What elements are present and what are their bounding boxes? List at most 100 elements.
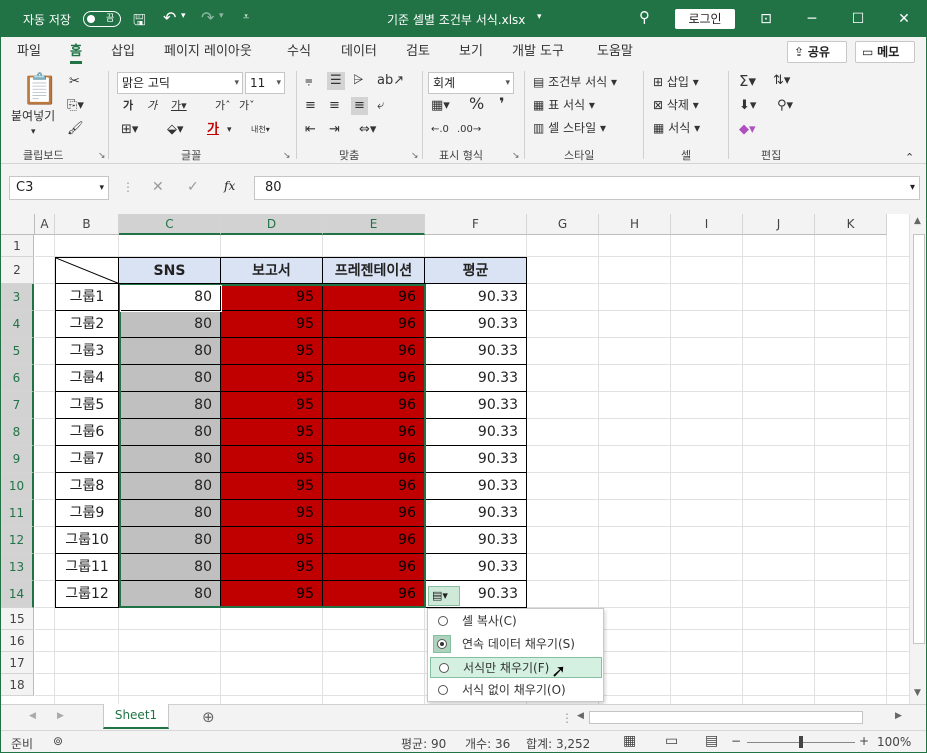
row-header-5[interactable]: 5 [1, 338, 34, 365]
zoom-slider-handle[interactable] [799, 736, 803, 748]
increase-indent-icon[interactable]: ⇥ [329, 121, 340, 139]
delete-cells-button[interactable]: ⊠ 삭제 ▾ [653, 96, 699, 114]
find-icon[interactable]: ⚲▾ [777, 97, 793, 115]
ribbon-display-icon[interactable]: ⊡ [743, 1, 789, 37]
header-cell[interactable]: 보고서 [221, 257, 323, 284]
row-header-4[interactable]: 4 [1, 311, 34, 338]
prev-sheet-icon[interactable]: ◀ [29, 711, 36, 721]
cell-style-button[interactable]: ▥ 셀 스타일 ▾ [533, 119, 606, 137]
title-dropdown-icon[interactable]: ▾ [537, 12, 542, 22]
group-name-cell[interactable]: 그룹10 [55, 527, 119, 554]
border-icon[interactable]: ⊞▾ [121, 121, 138, 139]
fill-color-icon[interactable]: ⬙▾ [167, 121, 184, 139]
formula-input[interactable]: 80 ▾ [254, 176, 920, 200]
merge-center-icon[interactable]: ⇔▾ [359, 121, 376, 139]
minimize-button[interactable]: ─ [789, 1, 835, 37]
next-sheet-icon[interactable]: ▶ [57, 711, 64, 721]
average-cell[interactable]: 90.33 [425, 500, 527, 527]
scroll-down-icon[interactable]: ▼ [914, 688, 921, 698]
row-header-9[interactable]: 9 [1, 446, 34, 473]
align-bottom-icon[interactable]: ⩥ [353, 72, 363, 90]
average-cell[interactable]: 90.33 [425, 284, 527, 311]
group-name-cell[interactable]: 그룹6 [55, 419, 119, 446]
table-format-button[interactable]: ▦ 표 서식 ▾ [533, 96, 595, 114]
column-header-d[interactable]: D [221, 214, 323, 235]
cancel-icon[interactable]: ✕ [152, 179, 164, 195]
decrease-decimal-icon[interactable]: .00→ [457, 121, 481, 139]
save-icon[interactable]: 🖫 [133, 10, 146, 35]
row-header-11[interactable]: 11 [1, 500, 34, 527]
font-name-combo[interactable]: 맑은 고딕 ▾ [117, 72, 243, 94]
accounting-format-icon[interactable]: ▦▾ [431, 97, 450, 115]
comma-style-icon[interactable]: ❜ [499, 95, 505, 113]
row-header-1[interactable]: 1 [1, 235, 34, 257]
accessibility-icon[interactable]: ⊚ [53, 734, 63, 748]
menu-item-fill-without-formatting[interactable]: 서식 없이 채우기(O) [430, 680, 602, 701]
group-name-cell[interactable]: 그룹1 [55, 284, 119, 311]
menu-item-fill-series[interactable]: 연속 데이터 채우기(S) [430, 634, 602, 655]
average-cell[interactable]: 90.33 [425, 446, 527, 473]
align-launcher-icon[interactable]: ↘ [411, 151, 419, 161]
row-header-2[interactable]: 2 [1, 257, 34, 284]
group-name-cell[interactable]: 그룹12 [55, 581, 119, 608]
vertical-scroll-thumb[interactable] [913, 234, 925, 644]
phonetic-icon[interactable]: 내천▾ [251, 121, 270, 139]
memo-button[interactable]: ▭ 메모 [855, 41, 915, 63]
clear-icon[interactable]: ◆▾ [739, 121, 756, 139]
login-button[interactable]: 로그인 [675, 9, 735, 29]
customize-qat-icon[interactable]: ⩡ [243, 10, 249, 24]
group-name-cell[interactable]: 그룹7 [55, 446, 119, 473]
row-header-10[interactable]: 10 [1, 473, 34, 500]
font-color-dropdown-icon[interactable]: ▾ [227, 121, 232, 139]
font-launcher-icon[interactable]: ↘ [283, 151, 291, 161]
column-header-i[interactable]: I [671, 214, 743, 235]
align-center-icon[interactable]: ≡ [329, 97, 340, 115]
align-middle-icon[interactable]: ☰ [327, 72, 345, 90]
horizontal-scroll-thumb[interactable] [589, 711, 863, 724]
row-header-16[interactable]: 16 [1, 630, 34, 652]
diagonal-header-cell[interactable] [55, 257, 119, 284]
redo-icon[interactable]: ↷ [201, 8, 214, 27]
column-header-a[interactable]: A [35, 214, 55, 235]
zoom-level[interactable]: 100% [877, 735, 911, 749]
horizontal-scrollbar[interactable]: ◀ ▶ [575, 710, 905, 726]
decrease-font-icon[interactable]: 가ˇ [239, 97, 255, 115]
increase-font-icon[interactable]: 가ˆ [215, 97, 231, 115]
average-cell[interactable]: 90.33 [425, 338, 527, 365]
maximize-button[interactable]: ☐ [835, 1, 881, 37]
tab-data[interactable]: 데이터 [341, 37, 377, 67]
row-header-14[interactable]: 14 [1, 581, 34, 608]
decrease-indent-icon[interactable]: ⇤ [305, 121, 316, 139]
normal-view-icon[interactable]: ▦ [623, 733, 636, 749]
average-cell[interactable]: 90.33 [425, 419, 527, 446]
column-header-h[interactable]: H [599, 214, 671, 235]
row-header-7[interactable]: 7 [1, 392, 34, 419]
group-name-cell[interactable]: 그룹4 [55, 365, 119, 392]
conditional-format-button[interactable]: ▤ 조건부 서식 ▾ [533, 73, 617, 91]
format-cells-button[interactable]: ▦ 서식 ▾ [653, 119, 700, 137]
tab-review[interactable]: 검토 [406, 37, 430, 67]
autosave-toggle[interactable]: 끔 [83, 11, 121, 27]
tab-home[interactable]: 홈 [70, 37, 82, 67]
font-color-icon[interactable]: 가 [207, 121, 219, 139]
align-top-icon[interactable]: ⩦ [305, 72, 313, 90]
average-cell[interactable]: 90.33 [425, 392, 527, 419]
tab-file[interactable]: 파일 [17, 37, 41, 67]
page-break-view-icon[interactable]: ▤ [705, 733, 718, 749]
tab-page-layout[interactable]: 페이지 레이아웃 [164, 37, 252, 67]
undo-dropdown-icon[interactable]: ▾ [181, 11, 186, 21]
header-cell[interactable]: 평균 [425, 257, 527, 284]
italic-icon[interactable]: 가 [147, 97, 157, 115]
insert-function-icon[interactable]: fx [224, 179, 235, 193]
row-header-3[interactable]: 3 [1, 284, 34, 311]
column-header-g[interactable]: G [527, 214, 599, 235]
format-painter-icon[interactable]: 🖌 [67, 120, 84, 138]
cut-icon[interactable]: ✂ [69, 73, 80, 91]
average-cell[interactable]: 90.33 [425, 473, 527, 500]
row-header-12[interactable]: 12 [1, 527, 34, 554]
align-right-icon[interactable]: ≡ [351, 97, 368, 115]
sheet-tab-sheet1[interactable]: Sheet1 [103, 704, 169, 729]
zoom-in-icon[interactable]: + [859, 734, 869, 748]
enter-icon[interactable]: ✓ [187, 179, 199, 195]
group-name-cell[interactable]: 그룹2 [55, 311, 119, 338]
